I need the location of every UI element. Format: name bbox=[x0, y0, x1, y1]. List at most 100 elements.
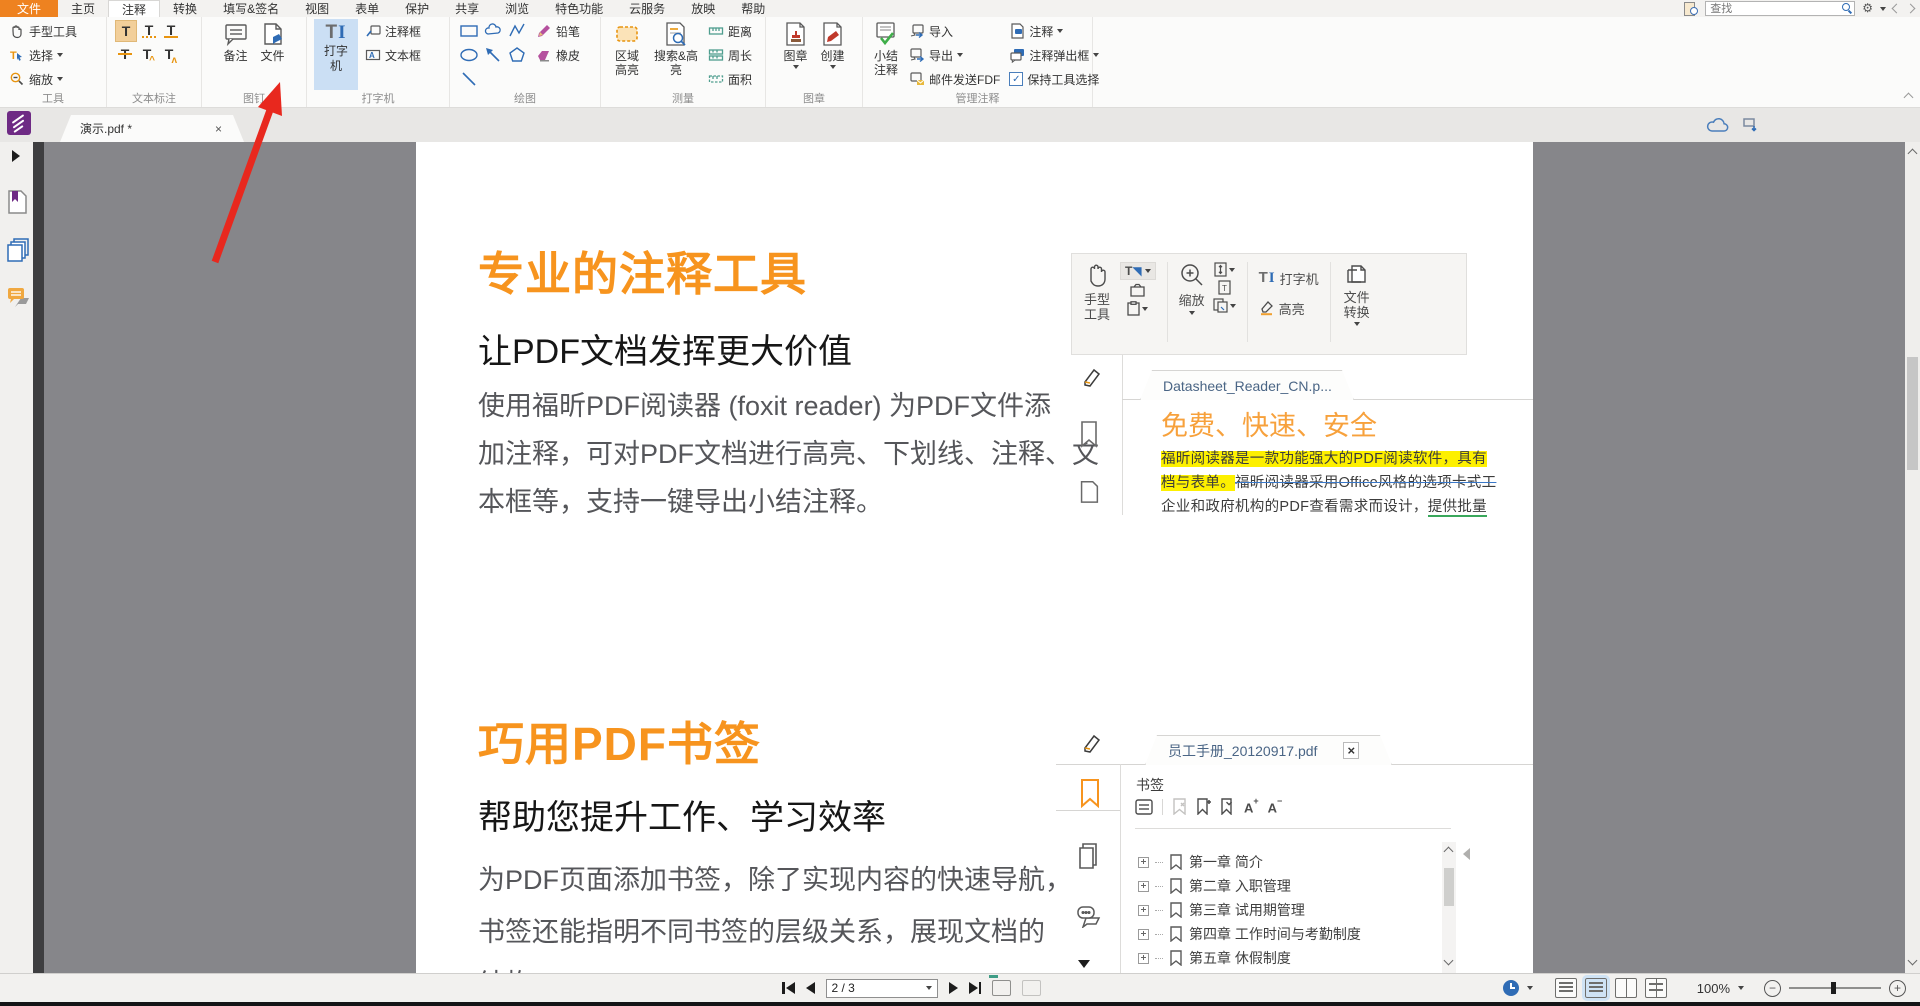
email-fdf-button[interactable]: 邮件发送FDF bbox=[907, 67, 1002, 91]
oval-shape-icon[interactable] bbox=[459, 45, 479, 65]
comment-popup-button[interactable]: 注释弹出框 bbox=[1007, 43, 1101, 67]
note-button[interactable]: 备注 bbox=[220, 19, 252, 65]
area-ruler-icon bbox=[708, 71, 724, 87]
vertical-scrollbar[interactable] bbox=[1905, 142, 1920, 973]
zoom-tool-button[interactable]: 缩放 bbox=[7, 67, 79, 91]
previous-view-button[interactable] bbox=[992, 980, 1011, 996]
gear-icon[interactable]: ⚙ bbox=[1862, 0, 1873, 17]
create-stamp-label: 创建 bbox=[820, 49, 844, 63]
rotate-view-icon[interactable] bbox=[1503, 980, 1519, 996]
area-highlight-button[interactable]: 区域高亮 bbox=[608, 19, 646, 79]
create-stamp-button[interactable]: 创建 bbox=[817, 19, 849, 71]
perimeter-button[interactable]: 周长 bbox=[706, 43, 754, 67]
comments-panel-caret[interactable] bbox=[1057, 29, 1063, 33]
zoom-level-caret[interactable] bbox=[1738, 986, 1744, 990]
page-number-box[interactable]: 2 / 3 bbox=[826, 979, 938, 998]
menu-present[interactable]: 放映 bbox=[678, 0, 728, 17]
menu-features[interactable]: 特色功能 bbox=[542, 0, 616, 17]
continuous-facing-view-button[interactable] bbox=[1645, 978, 1667, 998]
bookmark-panel-icon[interactable] bbox=[7, 190, 27, 214]
menu-cloud[interactable]: 云服务 bbox=[616, 0, 678, 17]
menu-share[interactable]: 共享 bbox=[442, 0, 492, 17]
select-dropdown-caret[interactable] bbox=[57, 53, 63, 57]
squiggly-underline-button[interactable]: T bbox=[139, 20, 159, 40]
scroll-down-icon[interactable] bbox=[1908, 956, 1918, 966]
zoom-out-button[interactable]: − bbox=[1764, 980, 1781, 997]
hand-tool-button[interactable]: 手型工具 bbox=[7, 19, 79, 43]
scroll-up-icon[interactable] bbox=[1908, 149, 1918, 159]
previous-page-button[interactable] bbox=[806, 982, 815, 994]
menu-view[interactable]: 视图 bbox=[292, 0, 342, 17]
search-icon[interactable] bbox=[1842, 3, 1852, 13]
textbox-button[interactable]: A 文本框 bbox=[363, 43, 423, 67]
keep-tool-selected-checkbox[interactable]: ✓ 保持工具选择 bbox=[1007, 67, 1101, 91]
distance-button[interactable]: 距离 bbox=[706, 19, 754, 43]
gear-dropdown-caret[interactable] bbox=[1880, 7, 1886, 11]
zoom-in-button[interactable]: + bbox=[1889, 980, 1906, 997]
zoom-slider[interactable] bbox=[1789, 987, 1881, 989]
save-download-icon[interactable] bbox=[1742, 117, 1760, 133]
find-next-icon[interactable] bbox=[1906, 4, 1916, 14]
find-input[interactable] bbox=[1705, 1, 1855, 16]
strikeout-text-button[interactable]: T bbox=[115, 44, 135, 64]
menu-help[interactable]: 帮助 bbox=[728, 0, 778, 17]
find-prev-icon[interactable] bbox=[1892, 4, 1902, 14]
single-page-view-button[interactable] bbox=[1555, 978, 1577, 998]
insert-text-button[interactable]: Tʌ bbox=[159, 44, 179, 64]
line-shape-icon[interactable] bbox=[459, 69, 479, 89]
foxit-logo-icon[interactable] bbox=[7, 111, 31, 135]
last-page-button[interactable] bbox=[969, 982, 982, 994]
menu-comment[interactable]: 注释 bbox=[108, 0, 160, 17]
scrollbar-thumb[interactable] bbox=[1907, 357, 1918, 470]
menu-home[interactable]: 主页 bbox=[58, 0, 108, 17]
zoom-dropdown-caret[interactable] bbox=[57, 77, 63, 81]
menu-protect[interactable]: 保护 bbox=[392, 0, 442, 17]
cloud-icon[interactable] bbox=[1706, 117, 1730, 133]
highlight-text-button[interactable]: T bbox=[115, 20, 137, 42]
panel-divider[interactable] bbox=[33, 142, 44, 973]
content-search-icon[interactable] bbox=[1684, 2, 1698, 15]
import-comments-button[interactable]: 导入 bbox=[907, 19, 1002, 43]
polygon-shape-icon[interactable] bbox=[507, 45, 527, 65]
continuous-view-button-active[interactable] bbox=[1585, 978, 1607, 998]
menu-browse[interactable]: 浏览 bbox=[492, 0, 542, 17]
eraser-button[interactable]: 橡皮 bbox=[534, 43, 582, 67]
expand-panel-icon[interactable] bbox=[12, 150, 20, 162]
select-tool-button[interactable]: T 选择 bbox=[7, 43, 79, 67]
tab-close-icon[interactable]: × bbox=[215, 122, 222, 136]
export-dropdown-caret[interactable] bbox=[957, 53, 963, 57]
rotate-view-caret[interactable] bbox=[1527, 986, 1533, 990]
menu-fill-sign[interactable]: 填写&签名 bbox=[210, 0, 292, 17]
export-comments-button[interactable]: 导出 bbox=[907, 43, 1002, 67]
menu-convert[interactable]: 转换 bbox=[160, 0, 210, 17]
menu-form[interactable]: 表单 bbox=[342, 0, 392, 17]
stamp-button[interactable]: 图章 bbox=[780, 19, 812, 71]
replace-text-button[interactable]: T^ bbox=[137, 44, 157, 64]
cloud-shape-icon[interactable] bbox=[483, 21, 503, 41]
underline-text-button[interactable]: T bbox=[161, 20, 181, 40]
comments-panel-button[interactable]: 注释 bbox=[1007, 19, 1101, 43]
bookmarks-scrollbar[interactable] bbox=[1442, 842, 1456, 973]
menu-file[interactable]: 文件 bbox=[0, 0, 58, 17]
search-highlight-button[interactable]: 搜索&高亮 bbox=[651, 19, 701, 79]
facing-view-button[interactable] bbox=[1615, 978, 1637, 998]
area-button[interactable]: 面积 bbox=[706, 67, 754, 91]
rectangle-shape-icon[interactable] bbox=[459, 21, 479, 41]
stamp-dropdown-caret[interactable] bbox=[793, 65, 799, 69]
attach-file-button[interactable]: 文件 bbox=[257, 19, 289, 65]
document-tab[interactable]: 演示.pdf * × bbox=[60, 115, 244, 142]
zoom-slider-thumb[interactable] bbox=[1831, 982, 1836, 994]
create-stamp-dropdown-caret[interactable] bbox=[830, 65, 836, 69]
comment-popup-caret[interactable] bbox=[1093, 53, 1099, 57]
first-page-button[interactable] bbox=[782, 982, 795, 994]
summarize-comments-button[interactable]: 小结注释 bbox=[870, 19, 902, 79]
arrow-shape-icon[interactable] bbox=[483, 45, 503, 65]
pages-panel-icon[interactable] bbox=[7, 238, 29, 262]
pencil-button[interactable]: 铅笔 bbox=[534, 19, 582, 43]
typewriter-button-selected[interactable]: TI 打字机 bbox=[314, 19, 358, 90]
callout-button[interactable]: 注释框 bbox=[363, 19, 423, 43]
comments-panel-rail-icon[interactable] bbox=[7, 286, 31, 308]
polyline-shape-icon[interactable] bbox=[507, 21, 527, 41]
next-view-button[interactable] bbox=[1022, 980, 1041, 996]
next-page-button[interactable] bbox=[949, 982, 958, 994]
